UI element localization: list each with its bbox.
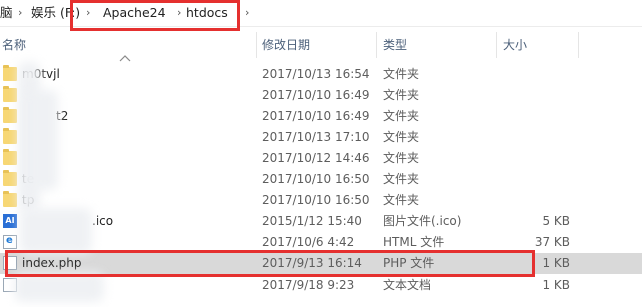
- html-file-icon: [3, 235, 17, 249]
- column-divider[interactable]: [496, 32, 497, 58]
- chevron-right-icon[interactable]: ›: [245, 5, 249, 21]
- folder-icon: [3, 170, 17, 186]
- file-date: 2017/10/10 16:49: [262, 88, 370, 102]
- file-row-selected[interactable]: index.php 2017/9/13 16:14 PHP 文件 1 KB: [0, 253, 642, 274]
- breadcrumb-htdocs[interactable]: htdocs: [186, 5, 228, 21]
- column-header-size[interactable]: 大小: [503, 37, 527, 53]
- file-date: 2017/10/13 16:54: [262, 67, 370, 81]
- file-type: 文件夹: [383, 193, 420, 207]
- folder-icon: [3, 107, 17, 123]
- file-size: 5 KB: [542, 214, 570, 228]
- file-type: 文件夹: [383, 130, 420, 144]
- redaction-blur: [28, 90, 58, 190]
- file-date: 2017/9/13 16:14: [262, 256, 362, 270]
- folder-icon: [3, 65, 17, 81]
- column-header-name[interactable]: 名称: [2, 37, 26, 53]
- file-row[interactable]: 2017/10/10 16:49 文件夹: [0, 85, 642, 106]
- file-type: 文件夹: [383, 172, 420, 186]
- column-header-type[interactable]: 类型: [383, 37, 407, 53]
- breadcrumb-drive[interactable]: 娱乐 (F:): [31, 5, 80, 21]
- file-date: 2015/1/12 15:40: [262, 214, 362, 228]
- redaction-blur: [20, 208, 92, 254]
- file-row[interactable]: t2 2017/10/10 16:49 文件夹: [0, 106, 642, 127]
- file-type: HTML 文件: [383, 235, 445, 249]
- redaction-blur: [14, 272, 104, 302]
- file-type: 文本文档: [383, 278, 432, 292]
- file-size: 1 KB: [542, 256, 570, 270]
- file-row[interactable]: te 2017/10/10 16:50 文件夹: [0, 169, 642, 190]
- file-size: [490, 130, 570, 145]
- file-date: 2017/10/12 14:46: [262, 151, 370, 165]
- file-date: 2017/10/13 17:10: [262, 130, 370, 144]
- breadcrumb-this-pc[interactable]: 脑: [0, 5, 13, 21]
- column-divider[interactable]: [376, 32, 377, 58]
- folder-icon: [3, 128, 17, 144]
- column-header-date[interactable]: 修改日期: [262, 37, 310, 53]
- file-type: 文件夹: [383, 109, 420, 123]
- file-type: 文件夹: [383, 67, 420, 81]
- column-divider[interactable]: [256, 32, 257, 58]
- folder-icon: [3, 191, 17, 207]
- file-type: 图片文件(.ico): [383, 214, 462, 228]
- folder-icon: [3, 149, 17, 165]
- file-row[interactable]: 2017/10/6 4:42 HTML 文件 37 KB: [0, 232, 642, 253]
- file-size: 37 KB: [534, 235, 570, 249]
- column-header-row: 名称 修改日期 类型 大小: [0, 30, 642, 62]
- php-file-icon: [3, 256, 17, 270]
- file-row[interactable]: tp 2017/10/10 16:50 文件夹: [0, 190, 642, 211]
- chevron-right-icon[interactable]: ›: [177, 5, 181, 21]
- address-bar[interactable]: 脑 › 娱乐 (F:) › Apache24 › htdocs ›: [0, 0, 642, 27]
- file-size: [490, 151, 570, 166]
- file-size: [490, 193, 570, 208]
- file-type: PHP 文件: [383, 256, 435, 270]
- file-row[interactable]: AI .ico 2015/1/12 15:40 图片文件(.ico) 5 KB: [0, 211, 642, 232]
- folder-icon: [3, 86, 17, 102]
- file-date: 2017/10/10 16:49: [262, 109, 370, 123]
- file-row[interactable]: 2017/10/13 17:10 文件夹: [0, 127, 642, 148]
- breadcrumb-apache24[interactable]: Apache24: [103, 5, 166, 21]
- file-date: 2017/10/6 4:42: [262, 235, 355, 249]
- chevron-right-icon[interactable]: ›: [18, 5, 22, 21]
- file-date: 2017/9/18 9:23: [262, 278, 355, 292]
- file-name: index.php: [22, 256, 82, 270]
- file-size: [490, 172, 570, 187]
- file-size: [490, 88, 570, 103]
- file-name: .ico: [92, 214, 114, 228]
- file-type: 文件夹: [383, 151, 420, 165]
- file-type: 文件夹: [383, 88, 420, 102]
- ico-file-icon: AI: [3, 214, 17, 228]
- file-size: 1 KB: [542, 278, 570, 292]
- file-size: [490, 67, 570, 82]
- file-row[interactable]: m0tvjl 2017/10/13 16:54 文件夹: [0, 64, 642, 85]
- file-date: 2017/10/10 16:50: [262, 193, 370, 207]
- file-size: [490, 109, 570, 124]
- chevron-right-icon[interactable]: ›: [86, 5, 90, 21]
- column-divider[interactable]: [578, 32, 579, 58]
- sort-ascending-icon[interactable]: [119, 54, 131, 62]
- file-date: 2017/10/10 16:50: [262, 172, 370, 186]
- file-row[interactable]: 2017/10/12 14:46 文件夹: [0, 148, 642, 169]
